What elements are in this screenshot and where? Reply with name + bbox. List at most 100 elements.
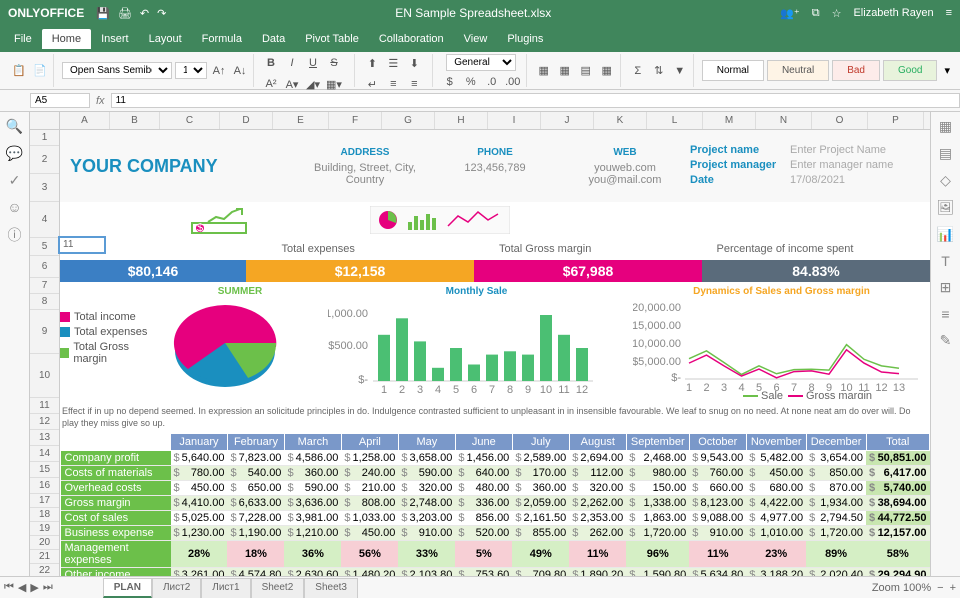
select-all-corner[interactable] <box>30 112 60 130</box>
redo-icon[interactable]: ↷ <box>157 7 166 20</box>
row-header[interactable]: 16 <box>30 478 59 494</box>
col-header[interactable]: M <box>703 112 756 129</box>
align-top-icon[interactable]: ⬆ <box>363 54 381 72</box>
menu-item-plugins[interactable]: Plugins <box>497 29 553 49</box>
row-header[interactable]: 15 <box>30 462 59 478</box>
row-header[interactable]: 14 <box>30 446 59 462</box>
cell-style-normal[interactable]: Normal <box>702 60 764 81</box>
menu-item-collaboration[interactable]: Collaboration <box>369 29 454 49</box>
about-icon[interactable]: ⓘ <box>8 225 22 245</box>
cell-style-neutral[interactable]: Neutral <box>767 60 829 81</box>
search-icon[interactable]: 🔍 <box>6 118 23 135</box>
filter-icon[interactable]: ▼ <box>671 62 689 80</box>
menu-icon[interactable]: ≡ <box>946 7 952 19</box>
zoom-out-icon[interactable]: − <box>937 582 943 594</box>
percent-icon[interactable]: % <box>462 73 480 91</box>
favorite-icon[interactable]: ☆ <box>832 7 842 20</box>
row-header[interactable]: 4 <box>30 202 59 238</box>
font-name-select[interactable]: Open Sans Semibold <box>62 62 172 79</box>
shape-settings-icon[interactable]: ◇ <box>940 172 951 189</box>
feedback-icon[interactable]: ☺ <box>7 199 21 215</box>
menu-item-pivot-table[interactable]: Pivot Table <box>295 29 369 49</box>
decrease-font-icon[interactable]: A↓ <box>231 62 249 80</box>
menu-item-insert[interactable]: Insert <box>91 29 139 49</box>
sheet-tab[interactable]: Лист1 <box>201 578 250 598</box>
sheet-tab[interactable]: Sheet2 <box>251 578 305 598</box>
share-icon[interactable]: 👥⁺ <box>780 7 800 20</box>
dec-dec-icon[interactable]: .00 <box>504 73 522 91</box>
row-header[interactable]: 2 <box>30 146 59 174</box>
table-settings-icon[interactable]: ▤ <box>939 145 952 162</box>
font-size-select[interactable]: 10 <box>175 62 207 79</box>
more-styles-icon[interactable]: ▾ <box>944 64 950 77</box>
currency-icon[interactable]: $ <box>441 73 459 91</box>
row-header[interactable]: 7 <box>30 278 59 294</box>
formula-input[interactable] <box>111 93 960 108</box>
col-header[interactable]: A <box>60 112 110 129</box>
italic-icon[interactable]: I <box>283 54 301 72</box>
col-header[interactable]: O <box>812 112 868 129</box>
col-header[interactable]: K <box>594 112 647 129</box>
row-header[interactable]: 10 <box>30 354 59 398</box>
zoom-in-icon[interactable]: + <box>950 582 956 594</box>
image-settings-icon[interactable]: 🖼 <box>937 199 955 216</box>
name-box[interactable] <box>30 93 90 108</box>
row-header[interactable]: 6 <box>30 256 59 278</box>
row-header[interactable]: 17 <box>30 494 59 508</box>
paste-icon[interactable]: 📄 <box>31 62 49 80</box>
chart-settings-icon[interactable]: 📊 <box>937 226 954 243</box>
row-header[interactable]: 1 <box>30 130 59 146</box>
increase-font-icon[interactable]: A↑ <box>210 62 228 80</box>
slicer-settings-icon[interactable]: ≡ <box>941 306 949 322</box>
strike-icon[interactable]: S <box>325 54 343 72</box>
row-headers[interactable]: 1234567891011121314151617181920212223242… <box>30 130 60 576</box>
row-header[interactable]: 13 <box>30 430 59 446</box>
row-header[interactable]: 18 <box>30 508 59 522</box>
cells-area[interactable]: YOUR COMPANY ADDRESSBuilding, Street, Ci… <box>60 130 930 576</box>
open-location-icon[interactable]: ⧉ <box>812 7 820 20</box>
undo-icon[interactable]: ↶ <box>140 7 149 20</box>
number-format-select[interactable]: General <box>446 54 516 71</box>
col-header[interactable]: G <box>382 112 435 129</box>
sheet-tab[interactable]: Лист2 <box>152 578 201 598</box>
menu-item-formula[interactable]: Formula <box>192 29 252 49</box>
print-icon[interactable]: 🖨 <box>118 7 132 20</box>
row-header[interactable]: 20 <box>30 536 59 550</box>
cell-style-good[interactable]: Good <box>883 60 937 81</box>
menu-item-layout[interactable]: Layout <box>139 29 192 49</box>
sheet-first-icon[interactable]: ⏮ <box>4 581 14 594</box>
row-header[interactable]: 21 <box>30 550 59 564</box>
col-header[interactable]: C <box>160 112 220 129</box>
dec-inc-icon[interactable]: .0 <box>483 73 501 91</box>
table-icon[interactable]: ▦ <box>598 62 616 80</box>
copy-icon[interactable]: 📋 <box>10 62 28 80</box>
col-header[interactable]: P <box>868 112 924 129</box>
col-header[interactable]: B <box>110 112 160 129</box>
sheet-last-icon[interactable]: ⏭ <box>43 581 53 594</box>
cell-style-bad[interactable]: Bad <box>832 60 880 81</box>
insert-cells-icon[interactable]: ▦ <box>535 62 553 80</box>
col-header[interactable]: I <box>488 112 541 129</box>
active-cell-editor[interactable]: 11 <box>58 236 106 254</box>
row-header[interactable]: 8 <box>30 294 59 310</box>
row-header[interactable]: 11 <box>30 398 59 414</box>
column-headers[interactable]: ABCDEFGHIJKLMNOP <box>60 112 930 130</box>
row-header[interactable]: 3 <box>30 174 59 202</box>
bold-icon[interactable]: B <box>262 54 280 72</box>
row-header[interactable]: 12 <box>30 414 59 430</box>
row-header[interactable]: 22 <box>30 564 59 576</box>
delete-cells-icon[interactable]: ▦ <box>556 62 574 80</box>
sheet-prev-icon[interactable]: ◀ <box>18 581 26 594</box>
save-icon[interactable]: 💾 <box>96 7 110 20</box>
spreadsheet-grid[interactable]: ABCDEFGHIJKLMNOP 12345678910111213141516… <box>30 112 930 576</box>
underline-icon[interactable]: U <box>304 54 322 72</box>
sheet-next-icon[interactable]: ▶ <box>30 581 38 594</box>
spellcheck-icon[interactable]: ✓ <box>9 172 21 189</box>
row-header[interactable]: 9 <box>30 310 59 354</box>
cell-settings-icon[interactable]: ▦ <box>939 118 952 135</box>
menu-item-view[interactable]: View <box>454 29 498 49</box>
align-bot-icon[interactable]: ⬇ <box>405 54 423 72</box>
conditional-icon[interactable]: ▤ <box>577 62 595 80</box>
sum-icon[interactable]: Σ <box>629 62 647 80</box>
comments-icon[interactable]: 💬 <box>6 145 23 162</box>
